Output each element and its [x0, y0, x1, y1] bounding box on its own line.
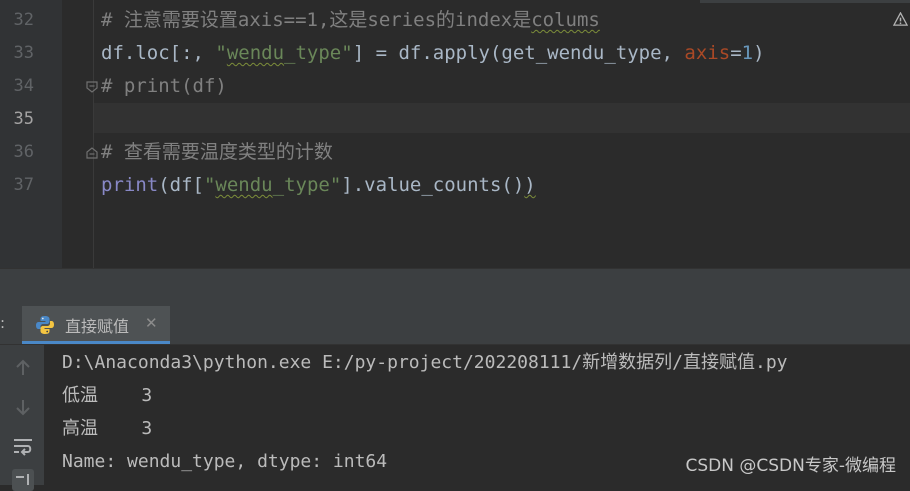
- code-token: _type": [284, 42, 353, 64]
- fold-marker-icon[interactable]: [86, 147, 98, 159]
- code-token: ": [215, 42, 227, 64]
- code-token: _type": [272, 174, 342, 196]
- console-line: 高温 3: [62, 418, 153, 439]
- fold-marker-icon[interactable]: [86, 81, 98, 93]
- tab-run-configuration[interactable]: 直接赋值 ✕: [22, 306, 170, 344]
- code-token: ].value_counts(): [341, 174, 525, 196]
- line-number[interactable]: 32: [0, 4, 34, 37]
- gutter-separator: [93, 0, 94, 268]
- code-line[interactable]: # 注意需要设置axis==1,这是series的index是colums: [101, 4, 600, 37]
- code-editor[interactable]: 32 33 34 35 36 37 # 注意需要设置axis==1,这是series的in…: [0, 0, 910, 268]
- code-token: 1: [741, 42, 754, 64]
- scroll-to-end-icon[interactable]: [12, 469, 34, 491]
- editor-tab-edge: [700, 0, 910, 3]
- tool-window-prefix: :: [0, 314, 6, 332]
- code-token: ): [524, 174, 536, 196]
- soft-wrap-icon[interactable]: [12, 435, 34, 457]
- console-line: Name: wendu_type, dtype: int64: [62, 451, 388, 472]
- code-token: print: [101, 174, 159, 196]
- python-icon: [36, 316, 54, 334]
- console-line: D:\Anaconda3\python.exe E:/py-project/20…: [62, 352, 788, 373]
- code-token: # 查看需要温度类型的计数: [101, 141, 333, 163]
- code-token: ": [203, 174, 216, 196]
- run-tool-tabbar: : 直接赋值 ✕: [0, 306, 910, 345]
- line-number[interactable]: 37: [0, 169, 34, 202]
- current-line-highlight: [0, 103, 910, 133]
- panel-splitter[interactable]: [0, 268, 910, 307]
- scroll-down-icon[interactable]: [12, 396, 34, 418]
- line-number[interactable]: 33: [0, 37, 34, 70]
- fold-gutter[interactable]: [62, 0, 94, 268]
- rerun-up-icon[interactable]: [12, 357, 34, 379]
- code-token: colums: [531, 9, 600, 31]
- console-toolbar: [0, 345, 44, 491]
- code-token: =: [730, 42, 742, 64]
- code-line[interactable]: print(df["wendu_type"].value_counts()): [101, 169, 536, 202]
- code-token: # 注意需要设置axis==1,这是series的index是: [101, 9, 532, 31]
- line-number-gutter[interactable]: 32 33 34 35 36 37: [0, 0, 62, 268]
- code-line[interactable]: df.loc[:, "wendu_type"] = df.apply(get_w…: [101, 37, 765, 70]
- warning-icon[interactable]: [893, 12, 908, 27]
- code-line[interactable]: # 查看需要温度类型的计数: [101, 136, 333, 169]
- line-number[interactable]: 35: [0, 103, 34, 136]
- console-line: 低温 3: [62, 385, 153, 406]
- line-number[interactable]: 36: [0, 136, 34, 169]
- close-icon[interactable]: ✕: [145, 314, 158, 332]
- code-token: wendu: [215, 174, 273, 196]
- line-number[interactable]: 34: [0, 70, 34, 103]
- code-line[interactable]: # print(df): [101, 70, 227, 103]
- tab-label: 直接赋值: [65, 317, 130, 336]
- code-token: df.loc[:,: [101, 42, 216, 64]
- code-token: ] = df.apply(get_wendu_type,: [352, 42, 685, 64]
- watermark: CSDN @CSDN专家-微编程: [685, 456, 896, 476]
- code-token: ): [753, 42, 765, 64]
- code-token: wendu: [226, 42, 285, 64]
- code-token: axis: [684, 42, 731, 64]
- code-token: (df[: [158, 174, 204, 196]
- code-token: # print(df): [101, 75, 227, 97]
